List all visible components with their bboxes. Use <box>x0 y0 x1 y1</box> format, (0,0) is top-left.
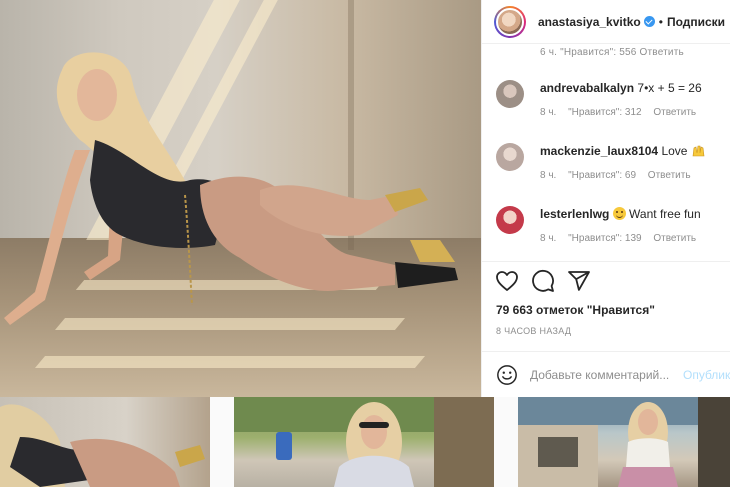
comment-item: mackenzie_laux8104 Love 8 ч. "Нравится":… <box>494 143 724 193</box>
comment-likes[interactable]: "Нравится": 69 <box>568 170 636 181</box>
thumbnail-3[interactable] <box>518 397 730 487</box>
comment-time: 8 ч. <box>540 170 557 181</box>
header-separator: • <box>658 14 663 29</box>
post-header: anastasiya_kvitko • Подписки <box>482 0 730 44</box>
post-photo[interactable] <box>0 0 481 397</box>
comment-body: mackenzie_laux8104 Love <box>540 143 728 159</box>
comment-body: andrevabalkalyn 7•x + 5 = 26 <box>540 80 728 96</box>
comment-meta: 8 ч. "Нравится": 139 Ответить <box>540 233 705 244</box>
comment-time: 8 ч. <box>540 233 557 244</box>
commenter-avatar[interactable] <box>496 206 524 234</box>
comment-icon[interactable] <box>531 269 555 293</box>
reply-button[interactable]: Ответить <box>653 233 696 244</box>
comment-text: Want free fun <box>629 207 701 221</box>
smiley-icon[interactable] <box>496 364 518 386</box>
comment-text: 7•x + 5 = 26 <box>637 81 702 95</box>
comment-likes[interactable]: "Нравится": 139 <box>568 233 641 244</box>
comment-item: andrevabalkalyn 7•x + 5 = 26 8 ч. "Нрави… <box>494 80 724 130</box>
paper-plane-icon[interactable] <box>567 269 591 293</box>
reply-button[interactable]: Ответить <box>653 107 696 118</box>
thumbnail-3-image <box>518 397 730 487</box>
comment-meta: 8 ч. "Нравится": 312 Ответить <box>540 107 705 118</box>
comments-list[interactable]: 6 ч. "Нравится": 556 Ответить andrevabal… <box>482 44 730 261</box>
commenter-avatar[interactable] <box>496 80 524 108</box>
partial-comment-meta: 6 ч. "Нравится": 556 Ответить <box>540 47 684 58</box>
likes-count[interactable]: 79 663 отметок "Нравится" <box>496 303 655 317</box>
thumbnail-2[interactable] <box>234 397 494 487</box>
thumbnail-1-image <box>0 404 205 487</box>
related-posts-grid <box>0 397 730 487</box>
comment-time: 8 ч. <box>540 107 557 118</box>
thumbnail-1[interactable] <box>0 397 210 487</box>
comment-body: lesterlenlwg Want free fun <box>540 206 728 222</box>
thumbnail-2-image <box>234 397 494 487</box>
commenter-avatar[interactable] <box>496 143 524 171</box>
comment-item: lesterlenlwg Want free fun 8 ч. "Нравитс… <box>494 206 724 256</box>
comment-username[interactable]: andrevabalkalyn <box>540 81 634 95</box>
post-actions: 79 663 отметок "Нравится" 8 ЧАСОВ НАЗАД … <box>482 261 730 397</box>
comment-meta: 8 ч. "Нравится": 69 Ответить <box>540 170 700 181</box>
author-avatar[interactable] <box>494 5 526 38</box>
publish-button[interactable]: Опубликовать <box>683 368 730 382</box>
post-timestamp[interactable]: 8 ЧАСОВ НАЗАД <box>496 326 571 336</box>
raising-hands-icon <box>692 145 705 157</box>
reply-button[interactable]: Ответить <box>648 170 691 181</box>
add-comment-bar: Опубликовать <box>482 351 730 398</box>
heart-icon[interactable] <box>495 269 519 293</box>
following-button[interactable]: Подписки <box>667 15 725 29</box>
hugging-face-icon <box>612 207 626 220</box>
post-side-panel: anastasiya_kvitko • Подписки 6 ч. "Нрави… <box>481 0 730 397</box>
comment-likes[interactable]: "Нравится": 312 <box>568 107 641 118</box>
comment-username[interactable]: mackenzie_laux8104 <box>540 144 658 158</box>
comment-text: Love <box>661 144 688 158</box>
comment-input[interactable] <box>530 368 670 382</box>
photo-figure <box>4 52 458 325</box>
comment-username[interactable]: lesterlenlwg <box>540 207 609 221</box>
author-avatar-image <box>496 7 524 36</box>
author-username[interactable]: anastasiya_kvitko <box>538 15 641 29</box>
verified-badge-icon <box>643 16 655 27</box>
